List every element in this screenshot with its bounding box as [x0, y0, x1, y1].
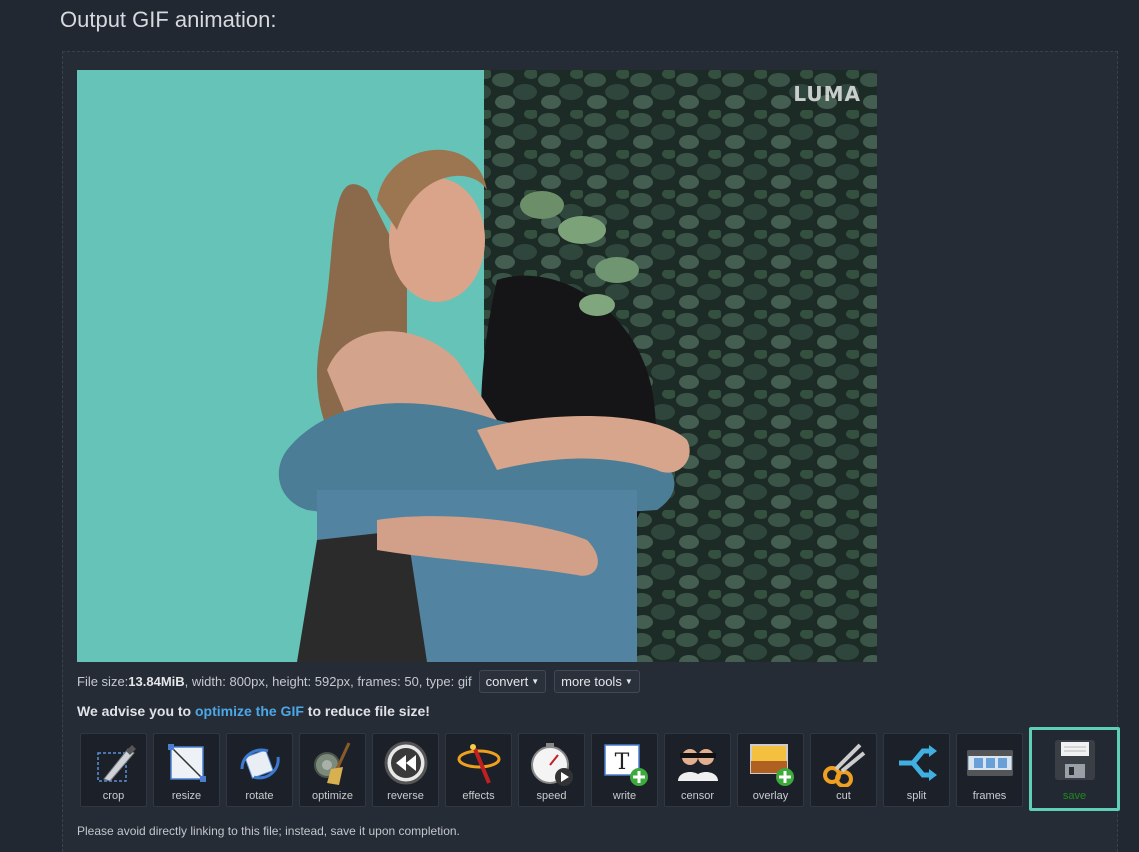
- resize-icon: [167, 744, 206, 782]
- cut-label: cut: [836, 790, 851, 802]
- overlay-button[interactable]: overlay: [737, 733, 804, 807]
- cut-button[interactable]: cut: [810, 733, 877, 807]
- stopwatch-icon: [530, 743, 573, 786]
- reverse-label: reverse: [387, 790, 424, 802]
- effects-button[interactable]: effects: [445, 733, 512, 807]
- caret-down-icon: ▼: [624, 677, 633, 686]
- split-label: split: [906, 790, 927, 802]
- censor-button[interactable]: censor: [664, 733, 731, 807]
- luma-watermark: LUMA: [793, 82, 861, 106]
- split-button[interactable]: split: [883, 733, 950, 807]
- split-arrows-icon: [898, 745, 937, 781]
- optimize-button[interactable]: optimize: [299, 733, 366, 807]
- more-tools-dropdown[interactable]: more tools ▼: [554, 670, 640, 693]
- rewind-icon: [384, 741, 427, 785]
- rotate-icon: [240, 748, 280, 780]
- page-title: Output GIF animation:: [60, 7, 277, 32]
- crop-label: crop: [102, 790, 125, 802]
- reverse-button[interactable]: reverse: [372, 733, 439, 807]
- convert-dropdown[interactable]: convert ▼: [478, 670, 547, 693]
- optimize-label: optimize: [312, 790, 353, 802]
- resize-button[interactable]: resize: [153, 733, 220, 807]
- rotate-button[interactable]: rotate: [226, 733, 293, 807]
- caret-down-icon: ▼: [531, 677, 540, 686]
- gif-frame-image: [77, 70, 877, 662]
- crop-icon: [96, 745, 136, 782]
- toolbar: crop resize rotate optimize reverse effe…: [80, 727, 1126, 811]
- speed-label: speed: [536, 790, 567, 802]
- overlay-label: overlay: [752, 790, 789, 802]
- rotate-label: rotate: [245, 790, 274, 802]
- effects-label: effects: [462, 790, 495, 802]
- save-button[interactable]: save: [1029, 727, 1120, 811]
- optimize-advice: We advise you to optimize the GIF to red…: [77, 703, 430, 719]
- censor-label: censor: [680, 790, 715, 802]
- text-add-icon: T: [603, 744, 648, 786]
- frames-label: frames: [972, 790, 1007, 802]
- scissors-icon: [822, 743, 865, 787]
- file-size-prefix: File size:: [77, 674, 129, 689]
- frames-button[interactable]: frames: [956, 733, 1023, 807]
- magic-wand-icon: [457, 744, 500, 784]
- floppy-disk-icon: [1054, 740, 1095, 780]
- crop-button[interactable]: crop: [80, 733, 147, 807]
- svg-text:T: T: [614, 750, 629, 775]
- file-size-value: 13.84MiB: [128, 674, 185, 689]
- censor-icon: [677, 749, 718, 781]
- optimize-link[interactable]: optimize the GIF: [195, 703, 304, 719]
- convert-label: convert: [485, 674, 529, 689]
- more-tools-label: more tools: [561, 674, 622, 689]
- file-details: , width: 800px, height: 592px, frames: 5…: [184, 674, 472, 689]
- write-label: write: [612, 790, 637, 802]
- image-add-icon: [749, 744, 794, 786]
- file-info: File size: 13.84MiB , width: 800px, heig…: [77, 670, 640, 693]
- linking-note: Please avoid directly linking to this fi…: [77, 824, 460, 838]
- speed-button[interactable]: speed: [518, 733, 585, 807]
- write-button[interactable]: T write: [591, 733, 658, 807]
- resize-label: resize: [171, 790, 202, 802]
- gif-preview: LUMA: [77, 70, 877, 662]
- save-label: save: [1062, 790, 1087, 802]
- film-strip-icon: [967, 750, 1012, 776]
- broom-icon: [313, 742, 350, 785]
